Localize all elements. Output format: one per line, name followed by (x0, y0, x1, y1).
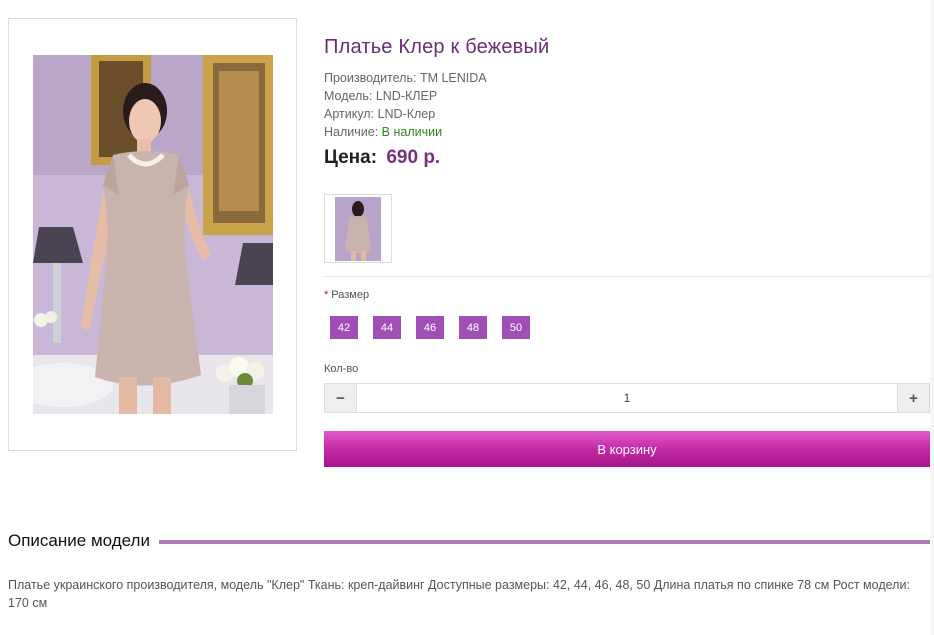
availability-status: В наличии (381, 125, 443, 139)
sku-label: Артикул: (324, 107, 375, 121)
quantity-increase-button[interactable]: + (897, 384, 929, 412)
product-thumbnail[interactable] (324, 194, 392, 263)
manufacturer-label: Производитель: (324, 71, 417, 85)
price-value: 690 р. (386, 147, 441, 168)
quantity-input[interactable] (357, 384, 897, 412)
model-row: Модель: LND-КЛЕР (324, 87, 930, 105)
product-info: Платье Клер к бежевый Производитель: TM … (324, 36, 930, 169)
manufacturer-row: Производитель: TM LENIDA (324, 69, 930, 87)
size-option-46[interactable]: 46 (416, 316, 444, 339)
required-mark: * (324, 289, 329, 301)
product-photo-graphic (33, 55, 273, 414)
description-heading: Описание модели (8, 531, 930, 551)
product-meta: Производитель: TM LENIDA Модель: LND-КЛЕ… (324, 69, 930, 141)
product-title: Платье Клер к бежевый (324, 36, 550, 58)
quantity-stepper: − + (324, 383, 930, 413)
sku-row: Артикул: LND-Клер (324, 105, 930, 123)
description-title: Описание модели (8, 531, 150, 550)
product-photo[interactable] (33, 55, 273, 414)
size-options: 42 44 46 48 50 (330, 316, 545, 339)
size-option-44[interactable]: 44 (373, 316, 401, 339)
size-label: * Размер (324, 289, 369, 301)
availability-label: Наличие: (324, 125, 379, 139)
add-to-cart-button[interactable]: В корзину (324, 431, 930, 467)
availability-row: Наличие: В наличии (324, 123, 930, 141)
quantity-decrease-button[interactable]: − (325, 384, 357, 412)
thumbnail-graphic (325, 195, 391, 262)
size-option-50[interactable]: 50 (502, 316, 530, 339)
product-image-frame[interactable] (8, 18, 297, 451)
sku-value: LND-Клер (377, 107, 436, 121)
heading-divider-line (158, 540, 930, 544)
size-label-text: Размер (331, 289, 370, 301)
quantity-label: Кол-во (324, 363, 359, 375)
model-label: Модель: (324, 89, 373, 103)
model-value: LND-КЛЕР (375, 89, 438, 103)
price-row: Цена: 690 р. (324, 147, 930, 169)
options-divider (324, 276, 930, 277)
size-option-42[interactable]: 42 (330, 316, 358, 339)
manufacturer-value: TM LENIDA (419, 71, 487, 85)
price-label: Цена: (324, 147, 378, 168)
page-edge-shadow (928, 0, 934, 635)
description-text: Платье украинского производителя, модель… (8, 578, 910, 610)
size-option-48[interactable]: 48 (459, 316, 487, 339)
